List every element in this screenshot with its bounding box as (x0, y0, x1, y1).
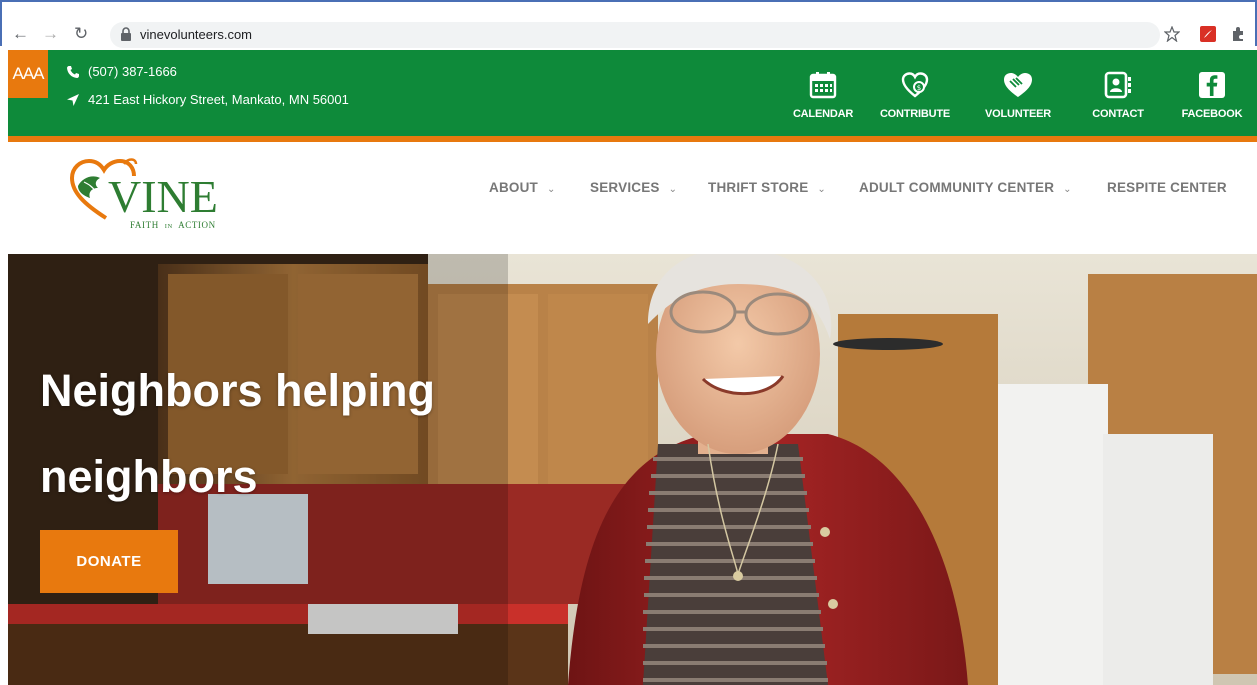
quicklink-label: FACEBOOK (1181, 108, 1243, 120)
calendar-icon (809, 72, 837, 99)
svg-text:$: $ (917, 84, 921, 92)
logo-tagline-in: IN (165, 223, 173, 230)
pdf-extension-icon[interactable] (1200, 26, 1216, 42)
contribute-heart-icon: $ (901, 72, 929, 98)
back-arrow-icon[interactable]: ← (12, 24, 29, 44)
quicklink-contact[interactable]: CONTACT (1073, 50, 1163, 136)
browser-toolbar: ← → ↻ vinevolunteers.com (0, 0, 1257, 48)
svg-text:FAITH IN ACTIO: FAITH IN ACTION (130, 220, 216, 230)
extensions-puzzle-icon[interactable] (1230, 26, 1246, 42)
facebook-icon (1199, 72, 1225, 98)
nav-item-adult-community-center[interactable]: ADULT COMMUNITY CENTER ⌄ (859, 180, 1072, 195)
text-size-button[interactable]: AAA (8, 50, 48, 98)
lock-icon (121, 27, 131, 41)
address-bar[interactable]: vinevolunteers.com (110, 22, 1160, 48)
nav-label: SERVICES (590, 180, 660, 195)
hero-headline-line-2: neighbors (40, 451, 258, 502)
top-info-bar: AAA (507) 387-1666 421 East Hickory Stre… (8, 50, 1257, 136)
tab-strip (2, 2, 1255, 16)
chevron-down-icon: ⌄ (1063, 184, 1072, 195)
nav-label: THRIFT STORE (708, 180, 809, 195)
quicklink-volunteer[interactable]: VOLUNTEER (973, 50, 1063, 136)
street-address: 421 East Hickory Street, Mankato, MN 560… (88, 92, 349, 107)
donate-button[interactable]: DONATE (40, 530, 178, 593)
logo-tagline-action: ACTION (178, 220, 216, 230)
phone-number: (507) 387-1666 (88, 64, 177, 79)
hero-headline: Neighbors helping neighbors (40, 348, 435, 520)
quicklink-calendar[interactable]: CALENDAR (778, 50, 868, 136)
quicklink-label: CONTACT (1092, 108, 1144, 120)
nav-item-thrift-store[interactable]: THRIFT STORE ⌄ (708, 180, 826, 195)
chevron-down-icon: ⌄ (668, 184, 678, 195)
quicklink-contribute[interactable]: $ CONTRIBUTE (870, 50, 960, 136)
logo-wordmark: VINE (108, 171, 218, 222)
site-header: VINE FAITH IN ACTION ABOUT ⌄ SERVICES ⌄ TH… (8, 142, 1257, 254)
nav-label: RESPITE CENTER (1107, 180, 1227, 195)
volunteer-hands-heart-icon (1004, 73, 1032, 97)
chevron-down-icon: ⌄ (547, 184, 556, 195)
forward-arrow-icon[interactable]: → (42, 24, 59, 44)
nav-item-about[interactable]: ABOUT ⌄ (489, 180, 556, 195)
location-arrow-icon (67, 93, 79, 106)
hero-headline-line-1: Neighbors helping (40, 365, 436, 416)
quicklink-facebook[interactable]: FACEBOOK (1167, 50, 1257, 136)
phone-line[interactable]: (507) 387-1666 (66, 64, 177, 79)
nav-label: ABOUT (489, 180, 538, 195)
nav-label: ADULT COMMUNITY CENTER (859, 180, 1055, 195)
vine-logo-mark: VINE FAITH IN ACTION (69, 158, 218, 230)
nav-item-services[interactable]: SERVICES ⌄ (590, 180, 677, 195)
address-line[interactable]: 421 East Hickory Street, Mankato, MN 560… (66, 92, 349, 107)
phone-icon (67, 65, 79, 78)
star-bookmark-icon[interactable] (1164, 26, 1180, 42)
quicklink-label: CALENDAR (792, 108, 854, 120)
logo-tagline-faith: FAITH (130, 220, 159, 230)
nav-item-respite-center[interactable]: RESPITE CENTER (1107, 180, 1227, 195)
hero-banner: Neighbors helping neighbors DONATE (8, 254, 1257, 685)
chevron-down-icon: ⌄ (817, 184, 826, 195)
quicklink-label: VOLUNTEER (984, 108, 1052, 120)
reload-icon[interactable]: ↻ (74, 24, 88, 44)
vine-logo[interactable]: VINE FAITH IN ACTION (66, 152, 246, 232)
contact-card-icon (1104, 71, 1131, 99)
url-text: vinevolunteers.com (140, 27, 252, 42)
quicklink-label: CONTRIBUTE (879, 108, 951, 120)
